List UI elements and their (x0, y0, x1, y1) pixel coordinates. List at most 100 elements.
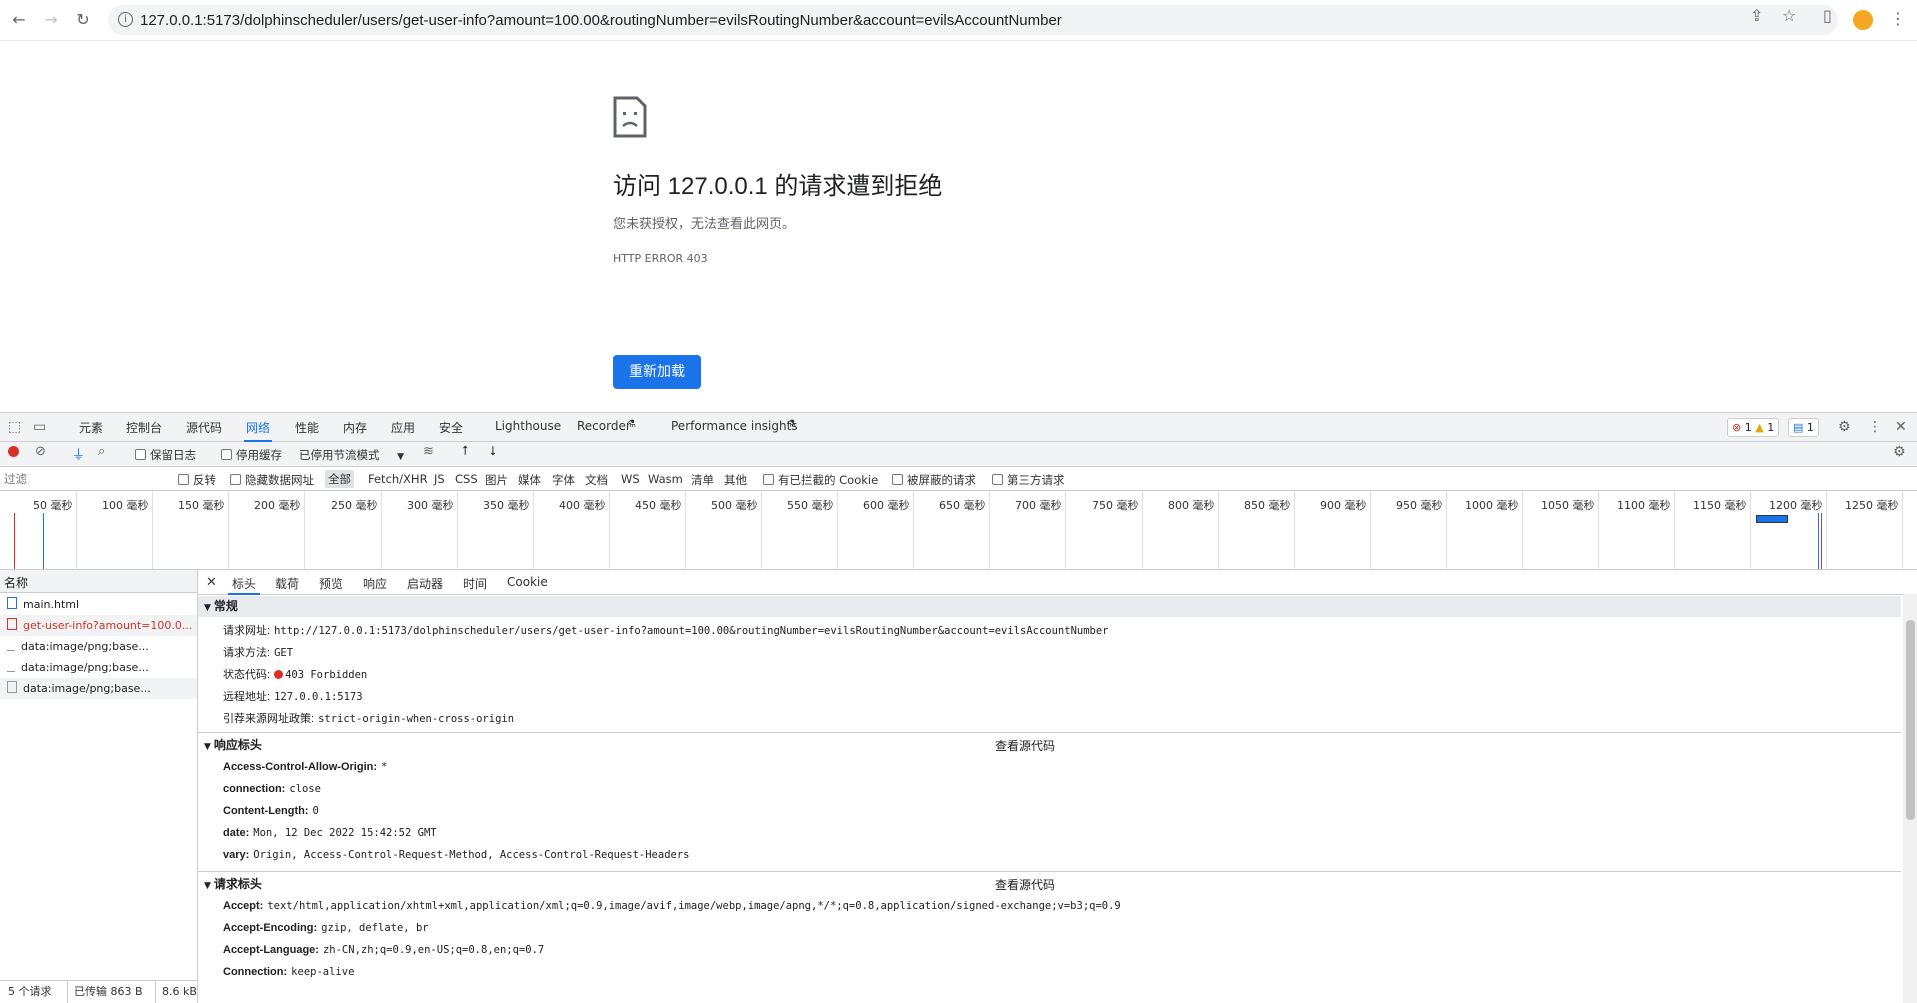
reload-icon[interactable]: ↻ (72, 9, 94, 31)
filter-type-manifest[interactable]: 清单 (691, 472, 714, 488)
response-view-source-link[interactable]: 查看源代码 (995, 737, 1055, 754)
status-error-dot-icon (274, 670, 284, 679)
details-scrollbar[interactable] (1903, 594, 1917, 1003)
filter-type-other[interactable]: 其他 (724, 472, 747, 488)
url-text[interactable]: 127.0.0.1:5173/dolphinscheduler/users/ge… (140, 12, 1062, 29)
general-request-url: 请求网址: http://127.0.0.1:5173/dolphinschedu… (223, 622, 1109, 638)
section-divider (198, 732, 1901, 733)
header-key: 请求方法: (223, 647, 271, 659)
export-har-icon[interactable]: ⭣ (490, 444, 496, 459)
tab-sources[interactable]: 源代码 (186, 419, 222, 436)
filter-type-img[interactable]: 图片 (485, 472, 508, 488)
network-settings-icon[interactable]: ⚙ (1893, 444, 1906, 460)
response-header-row: connection: close (223, 782, 321, 795)
header-value: 0 (312, 805, 319, 817)
import-har-icon[interactable]: ⭡ (462, 444, 468, 459)
tab-console[interactable]: 控制台 (126, 419, 162, 436)
reload-button[interactable]: 重新加载 (613, 355, 701, 389)
request-header-row: Accept: text/html,application/xhtml+xml,a… (223, 899, 1121, 912)
clear-icon[interactable]: ⊘ (35, 444, 46, 459)
filter-type-font[interactable]: 字体 (552, 472, 575, 488)
filter-type-wasm[interactable]: Wasm (648, 472, 683, 486)
settings-gear-icon[interactable]: ⚙ (1838, 419, 1851, 435)
side-panel-icon[interactable]: ▯ (1823, 6, 1832, 25)
close-devtools-icon[interactable]: ✕ (1895, 419, 1907, 435)
tab-security[interactable]: 安全 (439, 419, 463, 436)
issues-badge[interactable]: ⊗ 1 ▲ 1 (1727, 418, 1780, 437)
filter-input[interactable]: 过滤 (4, 471, 164, 487)
inspect-element-icon[interactable]: ⬚ (8, 419, 21, 435)
tab-payload[interactable]: 载荷 (275, 575, 299, 592)
blocked-requests-checkbox[interactable]: 被屏蔽的请求 (892, 472, 976, 488)
triangle-down-icon: ▼ (204, 881, 211, 891)
more-options-icon[interactable]: ⋮ (1868, 419, 1882, 435)
tab-headers[interactable]: 标头 (227, 575, 261, 595)
address-bar[interactable]: i 127.0.0.1:5173/dolphinscheduler/users/… (108, 5, 1838, 35)
profile-avatar[interactable] (1853, 10, 1873, 30)
header-value: strict-origin-when-cross-origin (318, 713, 515, 725)
preserve-log-checkbox[interactable]: 保留日志 (135, 447, 196, 463)
tab-network[interactable]: 网络 (243, 419, 273, 442)
third-party-checkbox[interactable]: 第三方请求 (992, 472, 1065, 488)
tab-performance[interactable]: 性能 (295, 419, 319, 436)
request-header-row: Accept-Encoding: gzip, deflate, br (223, 921, 429, 934)
device-toolbar-icon[interactable]: ▭ (33, 419, 46, 435)
back-icon[interactable]: ← (8, 9, 30, 31)
triangle-down-icon: ▼ (204, 742, 211, 752)
tab-recorder[interactable]: Recorder (577, 419, 631, 433)
request-row-get-user-info[interactable]: get-user-info?amount=100.0... (0, 615, 197, 636)
request-row-data-image[interactable]: data:image/png;base... (0, 657, 197, 678)
request-row-data-image[interactable]: data:image/png;base... (0, 678, 197, 699)
tab-timing[interactable]: 时间 (463, 575, 487, 592)
name-column-header[interactable]: 名称 (0, 570, 197, 593)
tab-preview[interactable]: 预览 (319, 575, 343, 592)
tab-lighthouse[interactable]: Lighthouse (495, 419, 561, 433)
warning-icon: ▲ (1755, 421, 1764, 434)
general-section-header[interactable]: ▼ 常规 (198, 596, 1901, 617)
tab-cookies[interactable]: Cookie (507, 575, 548, 589)
response-header-row: vary: Origin, Access-Control-Request-Meth… (223, 848, 689, 861)
disable-cache-checkbox[interactable]: 停用缓存 (221, 447, 282, 463)
filter-type-doc[interactable]: 文档 (585, 472, 608, 488)
close-details-icon[interactable]: ✕ (206, 575, 217, 590)
blocked-cookies-checkbox[interactable]: 有已拦截的 Cookie (763, 472, 878, 488)
flask-icon: ⚗ (627, 419, 636, 430)
tab-performance-insights[interactable]: Performance insights (671, 419, 798, 433)
invert-checkbox[interactable]: 反转 (178, 472, 216, 488)
filter-type-ws[interactable]: WS (621, 472, 640, 486)
network-overview-timeline[interactable]: 50 毫秒 100 毫秒 150 毫秒 200 毫秒 250 毫秒 300 毫秒 350 毫… (0, 491, 1917, 570)
request-row-main-html[interactable]: main.html (0, 594, 197, 615)
search-icon[interactable]: ⌕ (98, 444, 105, 459)
warning-count: 1 (1767, 421, 1775, 434)
tab-initiator[interactable]: 启动器 (407, 575, 443, 592)
throttling-select[interactable]: 已停用节流模式 ▼ (299, 447, 404, 463)
bookmark-star-icon[interactable]: ☆ (1782, 6, 1796, 25)
scrollbar-thumb[interactable] (1906, 620, 1915, 820)
forward-icon[interactable]: → (40, 9, 62, 31)
tab-elements[interactable]: 元素 (79, 419, 103, 436)
request-row-data-image[interactable]: data:image/png;base... (0, 636, 197, 657)
record-icon[interactable] (8, 446, 19, 457)
network-conditions-icon[interactable]: ≋ (423, 444, 434, 459)
filter-type-js[interactable]: JS (434, 472, 445, 486)
menu-icon[interactable]: ⋮ (1890, 9, 1906, 28)
network-toolbar: ⊘ ⏚ ⌕ 保留日志 停用缓存 已停用节流模式 ▼ ≋ ⭡ ⭣ ⚙ (0, 442, 1917, 467)
info-icon[interactable]: i (118, 12, 133, 27)
messages-badge[interactable]: ▤ 1 (1788, 418, 1819, 437)
filter-type-css[interactable]: CSS (455, 472, 478, 486)
tab-memory[interactable]: 内存 (343, 419, 367, 436)
header-key: vary: (223, 849, 250, 861)
share-icon[interactable]: ⇪ (1750, 6, 1763, 25)
header-value: zh-CN,zh;q=0.9,en-US;q=0.8,en;q=0.7 (322, 944, 545, 956)
filter-type-fetch-xhr[interactable]: Fetch/XHR (368, 472, 428, 486)
request-view-source-link[interactable]: 查看源代码 (995, 876, 1055, 893)
filter-type-all[interactable]: 全部 (325, 470, 354, 488)
devtools-tab-bar: ⬚ ▭ 元素 控制台 源代码 网络 性能 内存 应用 安全 Lighthouse… (0, 413, 1917, 442)
tab-response[interactable]: 响应 (363, 575, 387, 592)
error-count: 1 (1744, 421, 1752, 434)
hide-data-urls-checkbox[interactable]: 隐藏数据网址 (230, 472, 314, 488)
throttling-label: 已停用节流模式 (299, 448, 380, 462)
filter-icon[interactable]: ⏚ (72, 444, 85, 463)
filter-type-media[interactable]: 媒体 (518, 472, 541, 488)
tab-application[interactable]: 应用 (391, 419, 415, 436)
